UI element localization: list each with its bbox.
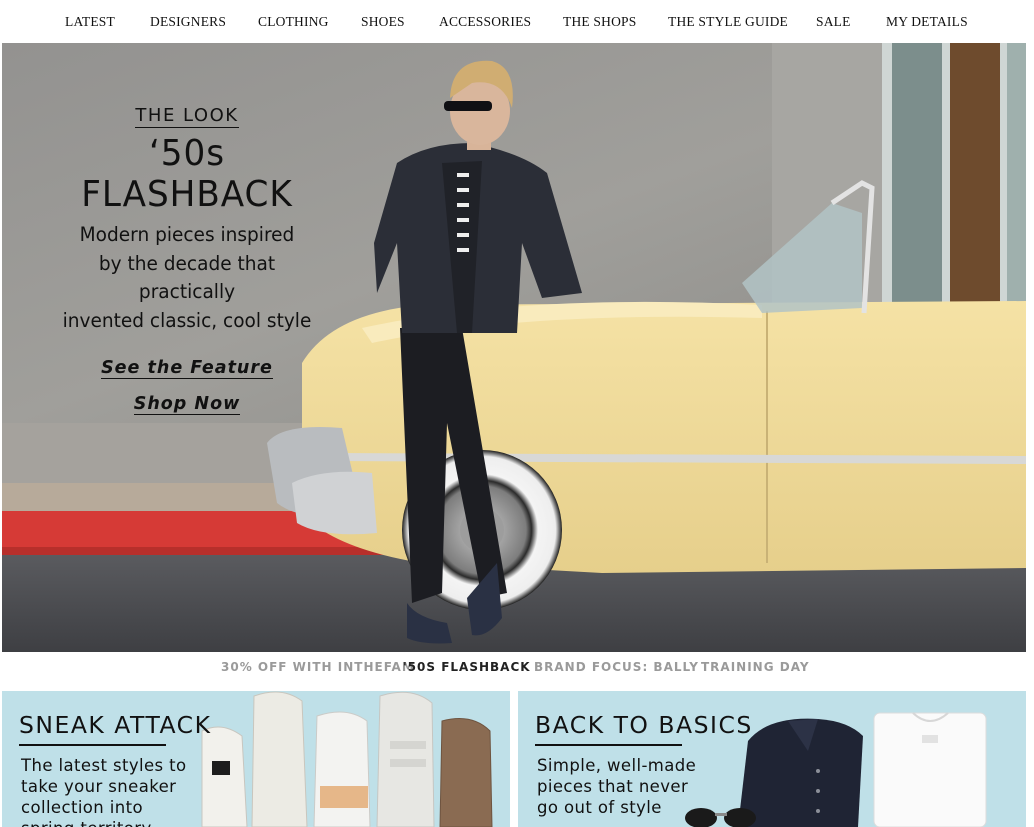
nav-clothing[interactable]: CLOTHING xyxy=(258,14,329,30)
promo-tile-back-to-basics[interactable]: BACK TO BASICS Simple, well-made pieces … xyxy=(518,691,1026,827)
hero-banner[interactable]: THE LOOK ‘50s FLASHBACK Modern pieces in… xyxy=(2,43,1026,652)
nav-my-details[interactable]: MY DETAILS xyxy=(886,14,968,30)
tile-description: Simple, well-made pieces that never go o… xyxy=(537,756,697,817)
tile-description: The latest styles to take your sneaker c… xyxy=(21,756,187,827)
tab-training-day[interactable]: TRAINING DAY xyxy=(701,660,810,674)
tab-brand-focus-bally[interactable]: BRAND FOCUS: BALLY xyxy=(534,660,699,674)
top-navigation: LATEST DESIGNERS CLOTHING SHOES ACCESSOR… xyxy=(0,0,1034,43)
shop-now-link[interactable]: Shop Now xyxy=(42,394,332,415)
tile-title: BACK TO BASICS xyxy=(535,711,753,739)
tab-30-off-inthefam[interactable]: 30% OFF WITH INTHEFAM xyxy=(221,660,415,674)
nav-the-style-guide[interactable]: THE STYLE GUIDE xyxy=(668,14,788,30)
hero-title: ‘50s FLASHBACK xyxy=(81,133,293,215)
nav-designers[interactable]: DESIGNERS xyxy=(150,14,226,30)
nav-shoes[interactable]: SHOES xyxy=(361,14,405,30)
hero-subtitle: Modern pieces inspired by the decade tha… xyxy=(62,223,312,332)
nav-sale[interactable]: SALE xyxy=(816,14,851,30)
tile-divider xyxy=(19,744,166,746)
see-the-feature-label: See the Feature xyxy=(101,358,273,379)
shop-now-label: Shop Now xyxy=(133,394,241,415)
tile-title: SNEAK ATTACK xyxy=(19,711,212,739)
see-the-feature-link[interactable]: See the Feature xyxy=(42,358,332,379)
feature-tabs: 30% OFF WITH INTHEFAM '50S FLASHBACK BRA… xyxy=(0,660,1034,676)
nav-latest[interactable]: LATEST xyxy=(65,14,115,30)
hero-copy: THE LOOK ‘50s FLASHBACK Modern pieces in… xyxy=(42,105,332,415)
promo-tile-sneak-attack[interactable]: SNEAK ATTACK The latest styles to take y… xyxy=(2,691,510,827)
tile-divider xyxy=(535,744,682,746)
nav-the-shops[interactable]: THE SHOPS xyxy=(563,14,636,30)
hero-eyebrow: THE LOOK xyxy=(135,105,239,128)
tab-50s-flashback[interactable]: '50S FLASHBACK xyxy=(403,660,531,674)
nav-accessories[interactable]: ACCESSORIES xyxy=(439,14,531,30)
